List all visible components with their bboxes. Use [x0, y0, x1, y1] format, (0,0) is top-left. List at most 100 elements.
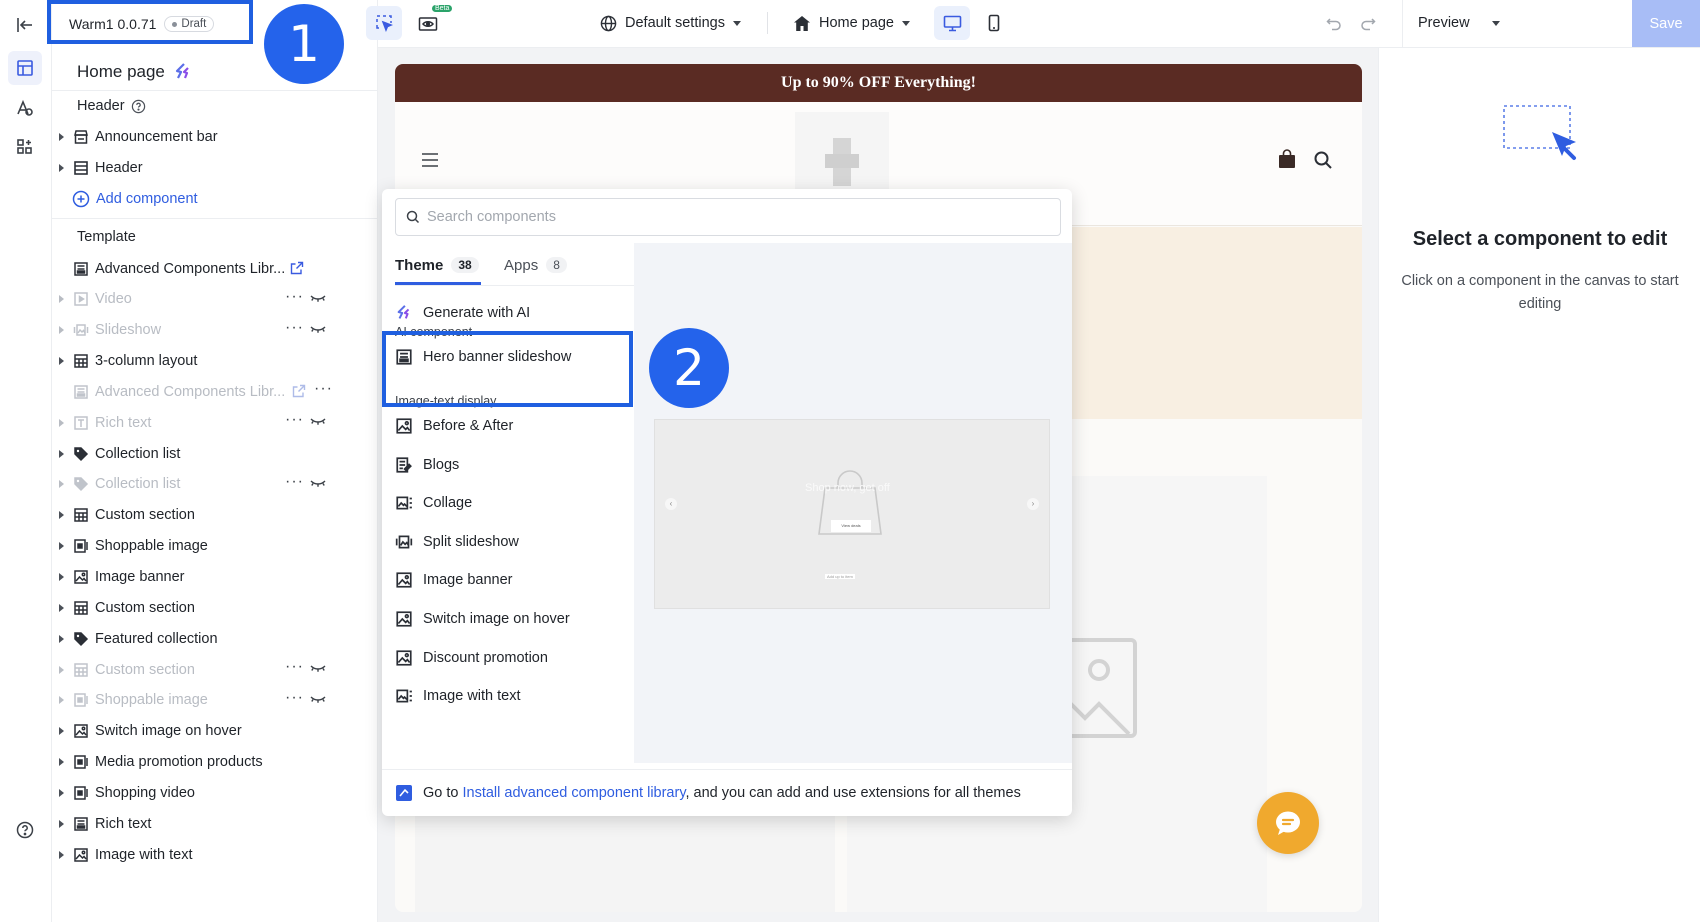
expand-caret-icon[interactable] — [59, 295, 64, 304]
expand-caret-icon[interactable] — [59, 163, 64, 172]
preview-dropdown[interactable]: Preview — [1418, 6, 1500, 40]
chevron-down-icon — [732, 20, 741, 26]
eye-closed-icon[interactable] — [310, 325, 326, 335]
tree-item[interactable]: Slideshow ··· — [52, 315, 377, 346]
tree-item[interactable]: Image with text — [52, 839, 377, 870]
component-item[interactable]: Split slideshow — [395, 527, 519, 557]
component-item[interactable]: Before & After — [395, 411, 513, 441]
expand-caret-icon[interactable] — [59, 480, 64, 489]
tree-item[interactable]: Advanced Components Libr... ··· — [52, 376, 377, 407]
more-options-icon[interactable]: ··· — [285, 689, 304, 707]
external-link-icon[interactable] — [290, 261, 304, 275]
expand-caret-icon[interactable] — [59, 727, 64, 736]
eye-closed-icon[interactable] — [310, 479, 326, 489]
expand-caret-icon[interactable] — [59, 603, 64, 612]
expand-caret-icon[interactable] — [59, 696, 64, 705]
tab-count-badge: 38 — [451, 257, 479, 273]
tree-item[interactable]: Advanced Components Libr... — [52, 253, 377, 284]
eye-closed-icon[interactable] — [310, 417, 326, 427]
generate-with-ai-item[interactable]: Generate with AI — [395, 298, 530, 328]
tree-item[interactable]: Rich text ··· — [52, 407, 377, 438]
theme-style-icon[interactable] — [8, 91, 42, 125]
tree-item[interactable]: Shoppable image ··· — [52, 685, 377, 716]
settings-dropdown[interactable]: Default settings — [600, 6, 741, 40]
component-item[interactable]: Switch image on hover — [395, 604, 570, 634]
tree-item[interactable]: Switch image on hover — [52, 716, 377, 747]
more-options-icon[interactable]: ··· — [285, 319, 304, 337]
tree-item[interactable]: 3-column layout — [52, 346, 377, 377]
eye-closed-icon[interactable] — [310, 664, 326, 674]
more-options-icon[interactable]: ··· — [285, 411, 304, 429]
tree-item[interactable]: Custom section — [52, 592, 377, 623]
tab-apps[interactable]: Apps 8 — [504, 247, 567, 283]
component-search[interactable] — [395, 198, 1061, 236]
page-selector-dropdown[interactable]: Home page — [793, 6, 910, 40]
preview-eye-button[interactable]: Beta — [410, 5, 453, 40]
component-item[interactable]: Discount promotion — [395, 643, 548, 673]
expand-caret-icon[interactable] — [59, 850, 64, 859]
tree-item[interactable]: Custom section — [52, 500, 377, 531]
tree-item[interactable]: Video ··· — [52, 284, 377, 315]
tree-item[interactable]: Collection list ··· — [52, 469, 377, 500]
tree-item-announcement-bar[interactable]: Announcement bar — [52, 121, 377, 152]
tree-item[interactable]: Custom section ··· — [52, 654, 377, 685]
expand-caret-icon[interactable] — [59, 665, 64, 674]
shoppable-icon — [73, 785, 89, 801]
expand-caret-icon[interactable] — [59, 418, 64, 427]
tree-item[interactable]: Image banner — [52, 562, 377, 593]
announcement-bar[interactable]: Up to 90% OFF Everything! — [395, 64, 1362, 102]
expand-caret-icon[interactable] — [59, 326, 64, 335]
expand-caret-icon[interactable] — [59, 758, 64, 767]
external-link-icon[interactable] — [292, 384, 306, 398]
tree-item-header[interactable]: Header — [52, 152, 377, 183]
ai-sparkle-icon[interactable] — [173, 62, 193, 82]
save-button[interactable]: Save — [1632, 0, 1700, 47]
tab-theme[interactable]: Theme 38 — [395, 247, 481, 285]
more-options-icon[interactable]: ··· — [285, 473, 304, 491]
layout-panel-icon[interactable] — [8, 51, 42, 85]
expand-caret-icon[interactable] — [59, 819, 64, 828]
expand-caret-icon[interactable] — [59, 357, 64, 366]
tree-item[interactable]: Collection list — [52, 438, 377, 469]
annotation-highlight-1 — [47, 0, 253, 44]
more-options-icon[interactable]: ··· — [285, 658, 304, 676]
chevron-down-icon — [901, 20, 910, 26]
install-library-link[interactable]: Install advanced component library — [463, 785, 686, 801]
tree-item[interactable]: Featured collection — [52, 623, 377, 654]
expand-caret-icon[interactable] — [59, 542, 64, 551]
apps-icon[interactable] — [8, 130, 42, 164]
help-icon[interactable] — [8, 813, 42, 847]
desktop-view-button[interactable] — [934, 6, 970, 40]
tree-item[interactable]: Rich text — [52, 808, 377, 839]
expand-caret-icon[interactable] — [59, 788, 64, 797]
expand-caret-icon[interactable] — [59, 132, 64, 141]
search-input[interactable] — [427, 209, 1027, 225]
eye-closed-icon[interactable] — [310, 695, 326, 705]
redo-button[interactable] — [1360, 6, 1376, 40]
info-icon[interactable] — [131, 99, 146, 114]
component-item[interactable]: Image banner — [395, 565, 512, 595]
tree-item[interactable]: Shoppable image — [52, 531, 377, 562]
eye-closed-icon[interactable] — [310, 294, 326, 304]
expand-caret-icon[interactable] — [59, 573, 64, 581]
expand-caret-icon[interactable] — [59, 634, 64, 643]
more-options-icon[interactable]: ··· — [314, 380, 333, 398]
hamburger-menu-icon — [421, 152, 439, 168]
chat-button[interactable] — [1257, 792, 1319, 854]
search-icon — [406, 210, 420, 224]
exit-icon[interactable] — [8, 8, 42, 42]
more-options-icon[interactable]: ··· — [285, 288, 304, 306]
expand-caret-icon[interactable] — [59, 511, 64, 520]
component-item[interactable]: Blogs — [395, 450, 459, 480]
tree-item[interactable]: Media promotion products — [52, 747, 377, 778]
left-rail — [0, 0, 52, 922]
expand-caret-icon[interactable] — [59, 449, 64, 458]
select-tool-button[interactable] — [366, 6, 402, 40]
mobile-view-button[interactable] — [976, 6, 1012, 40]
image-icon — [73, 723, 89, 739]
component-item[interactable]: Collage — [395, 488, 472, 518]
tree-item[interactable]: Shopping video — [52, 777, 377, 808]
component-item[interactable]: Image with text — [395, 681, 521, 711]
add-component-button[interactable]: Add component — [72, 190, 198, 208]
undo-button[interactable] — [1326, 6, 1342, 40]
